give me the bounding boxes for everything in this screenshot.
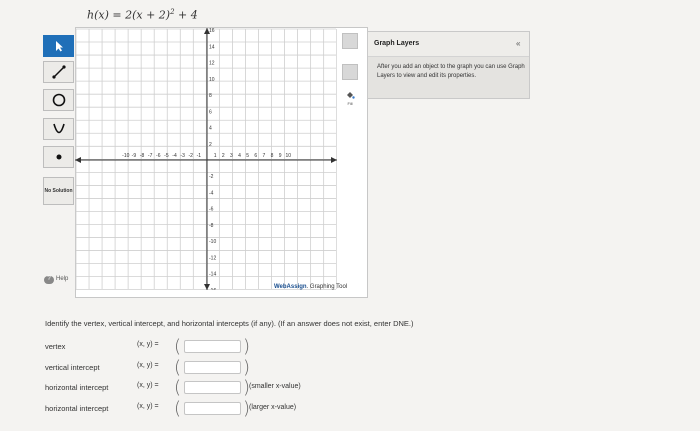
y-tick-label: 4 xyxy=(209,126,212,132)
answer-input[interactable] xyxy=(184,340,241,353)
open-paren: ( xyxy=(174,357,182,378)
open-paren: ( xyxy=(174,377,182,398)
answer-input[interactable] xyxy=(184,402,241,415)
y-tick-label: -2 xyxy=(209,174,214,180)
x-tick-label: -5 xyxy=(164,153,169,159)
fill-button[interactable]: Fill xyxy=(342,91,358,109)
x-tick-label: -4 xyxy=(172,153,177,159)
x-axis-arrow-right xyxy=(331,157,337,163)
function-label: h(x) = 2(x + 2)2 + 4 xyxy=(87,8,198,22)
x-tick-label: -9 xyxy=(132,153,137,159)
x-tick-label: 8 xyxy=(271,153,274,159)
answer-label: horizontal intercept xyxy=(45,383,109,392)
answer-label: vertical intercept xyxy=(45,363,100,372)
x-tick-label: 6 xyxy=(254,153,257,159)
fill-label: Fill xyxy=(347,101,353,106)
y-tick-label: -6 xyxy=(209,207,214,213)
x-tick-label: -7 xyxy=(148,153,153,159)
x-tick-label: -6 xyxy=(156,153,161,159)
answer-input[interactable] xyxy=(184,381,241,394)
webassign-brand: WebAssign. Graphing Tool xyxy=(274,284,348,290)
y-tick-label: 10 xyxy=(209,77,215,83)
graph-layers-header: Graph Layers « xyxy=(368,32,529,57)
graph-layers-panel: Graph Layers « After you add an object t… xyxy=(367,31,530,99)
y-tick-label: 6 xyxy=(209,109,212,115)
y-tick-label: 2 xyxy=(209,142,212,148)
graph-layers-description: After you add an object to the graph you… xyxy=(377,64,525,79)
arrow-pointer-icon xyxy=(55,41,63,52)
answer-note: (smaller x-value) xyxy=(249,383,301,390)
xy-label: (x, y) = xyxy=(137,403,159,410)
x-tick-label: -1 xyxy=(197,153,202,159)
y-tick-label: -12 xyxy=(209,255,216,261)
answer-label: horizontal intercept xyxy=(45,404,109,413)
pointer-tool-button[interactable] xyxy=(43,35,74,57)
open-paren: ( xyxy=(174,398,182,419)
x-tick-label: -10 xyxy=(122,153,129,159)
layer-lock-button[interactable] xyxy=(342,64,358,80)
circle-icon xyxy=(52,93,65,107)
circle-tool-button[interactable] xyxy=(43,89,74,111)
answer-label: vertex xyxy=(45,342,66,351)
x-tick-label: -8 xyxy=(140,153,145,159)
help-label: Help xyxy=(56,276,69,282)
xy-label: (x, y) = xyxy=(137,382,159,389)
y-tick-label: -10 xyxy=(209,239,216,245)
xy-label: (x, y) = xyxy=(137,341,159,348)
point-icon xyxy=(56,154,61,160)
y-tick-label: 8 xyxy=(209,93,212,99)
y-tick-label: -8 xyxy=(209,223,214,229)
x-tick-label: 4 xyxy=(238,153,241,159)
x-tick-label: 2 xyxy=(222,153,225,159)
y-tick-label: 12 xyxy=(209,61,215,67)
point-tool-button[interactable] xyxy=(43,146,74,168)
parabola-tool-button[interactable] xyxy=(43,118,74,140)
x-tick-label: 5 xyxy=(246,153,249,159)
answer-input[interactable] xyxy=(184,361,241,374)
close-paren: ) xyxy=(243,357,251,378)
y-tick-label: 14 xyxy=(209,44,215,50)
parabola-icon xyxy=(52,123,65,134)
x-tick-label: 10 xyxy=(285,153,291,159)
no-solution-button[interactable]: No Solution xyxy=(43,177,74,205)
line-segment-icon xyxy=(51,65,66,79)
question-instructions: Identify the vertex, vertical intercept,… xyxy=(45,319,414,328)
help-icon: ? xyxy=(44,276,54,284)
coordinate-grid[interactable]: -10-9-8-7-6-5-4-3-2-11234567891020181614… xyxy=(75,28,337,290)
y-tick-label: -4 xyxy=(209,190,214,196)
graph-layers-title: Graph Layers xyxy=(374,40,420,47)
collapse-icon[interactable]: « xyxy=(516,39,520,48)
line-tool-button[interactable] xyxy=(43,61,74,83)
help-button[interactable]: ? Help xyxy=(44,276,68,284)
x-tick-label: 1 xyxy=(214,153,217,159)
paint-bucket-icon xyxy=(347,92,355,99)
layer-visibility-button[interactable] xyxy=(342,33,358,49)
y-tick-label: -14 xyxy=(209,272,216,278)
x-tick-label: 9 xyxy=(279,153,282,159)
open-paren: ( xyxy=(174,336,182,357)
x-tick-label: -2 xyxy=(189,153,194,159)
y-tick-label: -16 xyxy=(209,288,216,290)
x-tick-label: -3 xyxy=(180,153,185,159)
close-paren: ) xyxy=(243,336,251,357)
answer-note: (larger x-value) xyxy=(249,404,297,411)
xy-label: (x, y) = xyxy=(137,362,159,369)
x-tick-label: 3 xyxy=(230,153,233,159)
x-tick-label: 7 xyxy=(262,153,265,159)
y-tick-label: 16 xyxy=(209,28,215,34)
